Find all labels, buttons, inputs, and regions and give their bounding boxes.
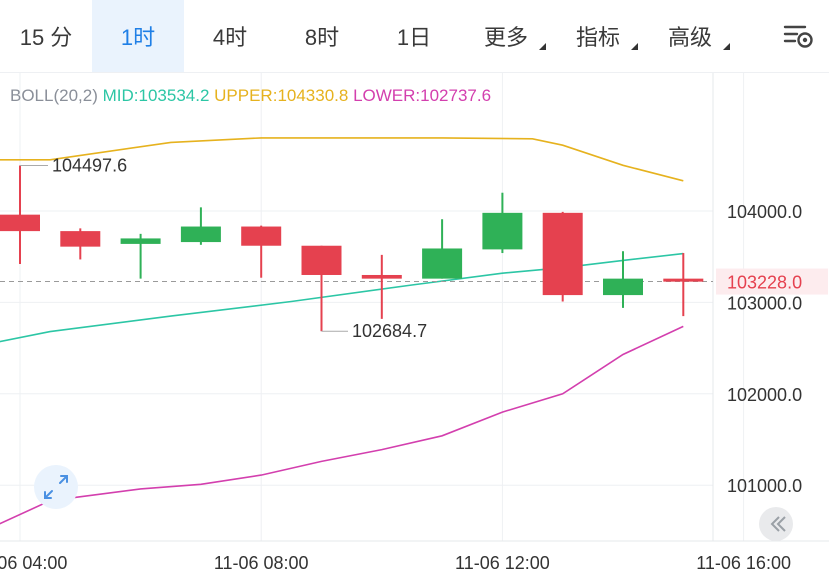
tab-label: 1时 <box>120 25 156 50</box>
tab-label: 15 分 <box>19 25 73 50</box>
y-tick-label: 103000.0 <box>727 293 802 313</box>
x-tick-label: 11-06 12:00 <box>455 553 550 573</box>
tab-7[interactable]: 高级 <box>644 0 736 72</box>
candle-body <box>241 226 282 246</box>
candle-body <box>603 278 643 296</box>
expand-arrows-icon[interactable] <box>34 465 78 509</box>
candle <box>301 245 342 332</box>
candle <box>603 251 643 308</box>
x-tick-label: 11-06 16:00 <box>696 553 791 573</box>
timeframe-tabbar: 15 分 1时 4时 8时 1日 更多 指标 高级 <box>0 0 829 73</box>
candle <box>60 228 101 260</box>
collapse-button-bg <box>759 507 793 541</box>
candle <box>120 233 161 279</box>
tab-label: 8时 <box>304 25 340 50</box>
candle-body <box>301 245 342 275</box>
double-chevron-left-icon[interactable] <box>759 507 793 541</box>
boll-lower-line <box>0 325 684 525</box>
candle <box>422 219 463 279</box>
candle <box>542 211 583 302</box>
candle <box>0 165 40 265</box>
boll-legend: BOLL(20,2) MID:103534.2 UPPER:104330.8 L… <box>10 86 491 105</box>
candle <box>180 207 221 245</box>
candle-body <box>0 214 40 232</box>
candle-body <box>361 274 402 279</box>
tab-6[interactable]: 指标 <box>552 0 644 72</box>
current-price-label: 103228.0 <box>727 273 802 293</box>
candle <box>663 253 704 317</box>
candle-body <box>663 278 704 282</box>
y-tick-label: 101000.0 <box>727 476 802 496</box>
dropdown-corner-icon <box>631 43 638 50</box>
tab-label: 指标 <box>575 25 620 50</box>
upper-value: 104330.8 <box>277 86 353 105</box>
mid-value: 103534.2 <box>139 86 215 105</box>
upper-label: UPPER: <box>214 86 277 105</box>
tab-5[interactable]: 更多 <box>460 0 552 72</box>
tab-label: 4时 <box>212 25 248 50</box>
high-price-label: 104497.6 <box>52 156 127 176</box>
expand-button-bg <box>34 465 78 509</box>
dropdown-corner-icon <box>723 43 730 50</box>
lower-value: 102737.6 <box>420 86 491 105</box>
candle-body <box>180 226 221 243</box>
dropdown-corner-icon <box>539 43 546 50</box>
tab-label: 高级 <box>667 25 712 50</box>
chart-settings-icon[interactable] <box>769 0 829 72</box>
lower-label: LOWER: <box>353 86 420 105</box>
x-tick-label: 11-06 04:00 <box>0 553 67 573</box>
y-tick-label: 102000.0 <box>727 385 802 405</box>
tab-label: 1日 <box>396 25 432 50</box>
tab-2[interactable]: 4时 <box>184 0 276 72</box>
candle-body <box>482 212 523 250</box>
tab-3[interactable]: 8时 <box>276 0 368 72</box>
candle-body <box>422 248 463 279</box>
tab-label: 更多 <box>483 25 528 50</box>
candle-body <box>542 212 583 296</box>
tab-0[interactable]: 15 分 <box>0 0 92 72</box>
candlestick-chart[interactable]: BOLL(20,2) MID:103534.2 UPPER:104330.8 L… <box>0 73 829 584</box>
x-tick-label: 11-06 08:00 <box>214 553 309 573</box>
tab-1[interactable]: 1时 <box>92 0 184 72</box>
mid-label: MID: <box>103 86 139 105</box>
candle <box>482 192 523 254</box>
candle-body <box>120 238 161 244</box>
low-price-label: 102684.7 <box>352 321 427 341</box>
tab-4[interactable]: 1日 <box>368 0 460 72</box>
candle <box>241 225 282 278</box>
boll-name: BOLL(20,2) <box>10 86 103 105</box>
candle-body <box>60 231 101 247</box>
y-tick-label: 104000.0 <box>727 202 802 222</box>
